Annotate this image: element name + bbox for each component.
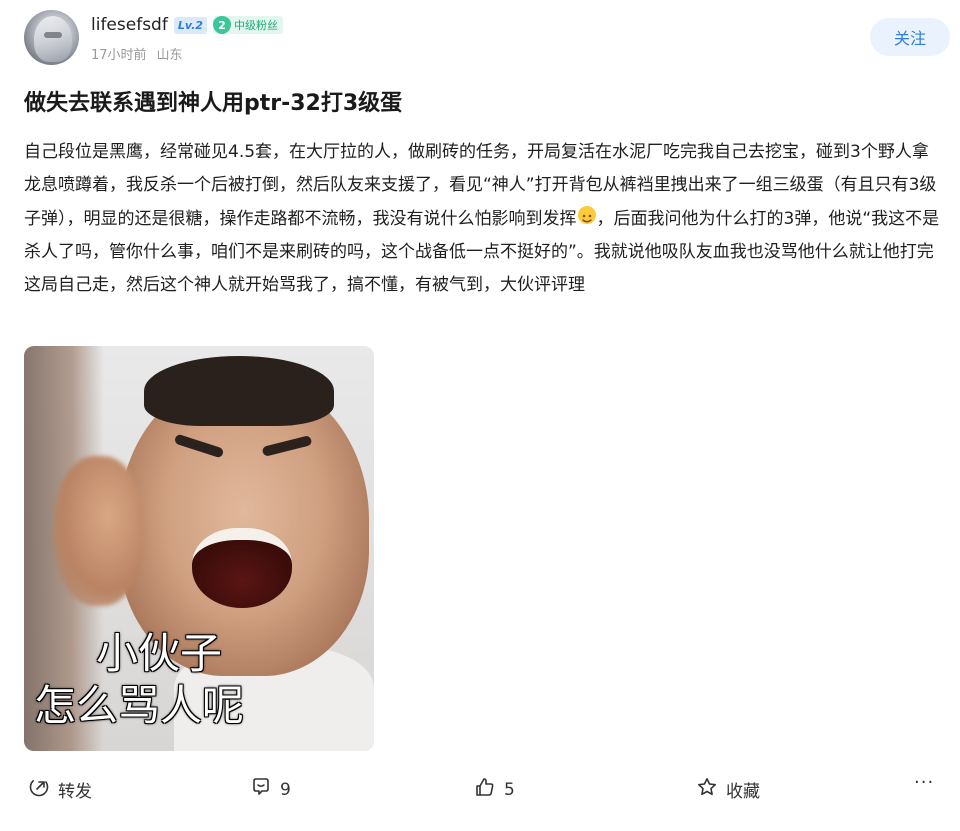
post-location: 山东 — [156, 48, 183, 63]
post-image[interactable]: 小伙子 怎么骂人呢 — [24, 346, 374, 751]
like-icon — [474, 776, 496, 803]
smile-emoji-icon — [577, 205, 596, 224]
comment-count: 9 — [280, 779, 291, 800]
like-button[interactable]: 5 — [474, 776, 515, 803]
post-time: 17小时前 — [91, 48, 147, 63]
favorite-label: 收藏 — [726, 782, 760, 802]
post-meta: 17小时前 山东 — [91, 44, 183, 63]
more-icon[interactable]: ··· — [914, 772, 934, 793]
forward-button[interactable]: 转发 — [28, 776, 92, 803]
comment-icon — [250, 776, 272, 803]
user-name-row: lifesefsdf Lv.2 2 中级粉丝 — [91, 15, 283, 35]
image-fist — [54, 456, 144, 606]
like-count: 5 — [504, 779, 515, 800]
post-title: 做失去联系遇到神人用ptr-32打3级蛋 — [24, 91, 403, 116]
username[interactable]: lifesefsdf — [91, 15, 168, 35]
image-caption: 小伙子 怎么骂人呢 — [24, 628, 374, 732]
image-caption-line1: 小伙子 — [96, 629, 223, 678]
action-bar: 转发 9 5 收藏 ··· — [0, 766, 960, 814]
image-mouth — [192, 528, 292, 608]
fan-badge: 2 中级粉丝 — [212, 16, 283, 34]
post-header: lifesefsdf Lv.2 2 中级粉丝 17小时前 山东 关注 — [24, 10, 950, 66]
image-hair — [144, 356, 334, 426]
avatar[interactable] — [24, 10, 79, 65]
level-badge: Lv.2 — [173, 16, 207, 34]
forward-icon — [28, 776, 50, 803]
favorite-button[interactable]: 收藏 — [696, 776, 760, 803]
image-caption-line2: 怎么骂人呢 — [34, 681, 245, 730]
post-body: 自己段位是黑鹰，经常碰见4.5套，在大厅拉的人，做刷砖的任务，开局复活在水泥厂吃… — [24, 136, 940, 302]
fan-badge-label: 中级粉丝 — [233, 19, 278, 32]
favorite-icon — [696, 776, 718, 803]
follow-button[interactable]: 关注 — [870, 18, 950, 56]
comment-button[interactable]: 9 — [250, 776, 291, 803]
forward-label: 转发 — [58, 782, 92, 802]
fan-gem-icon: 2 — [212, 16, 231, 34]
